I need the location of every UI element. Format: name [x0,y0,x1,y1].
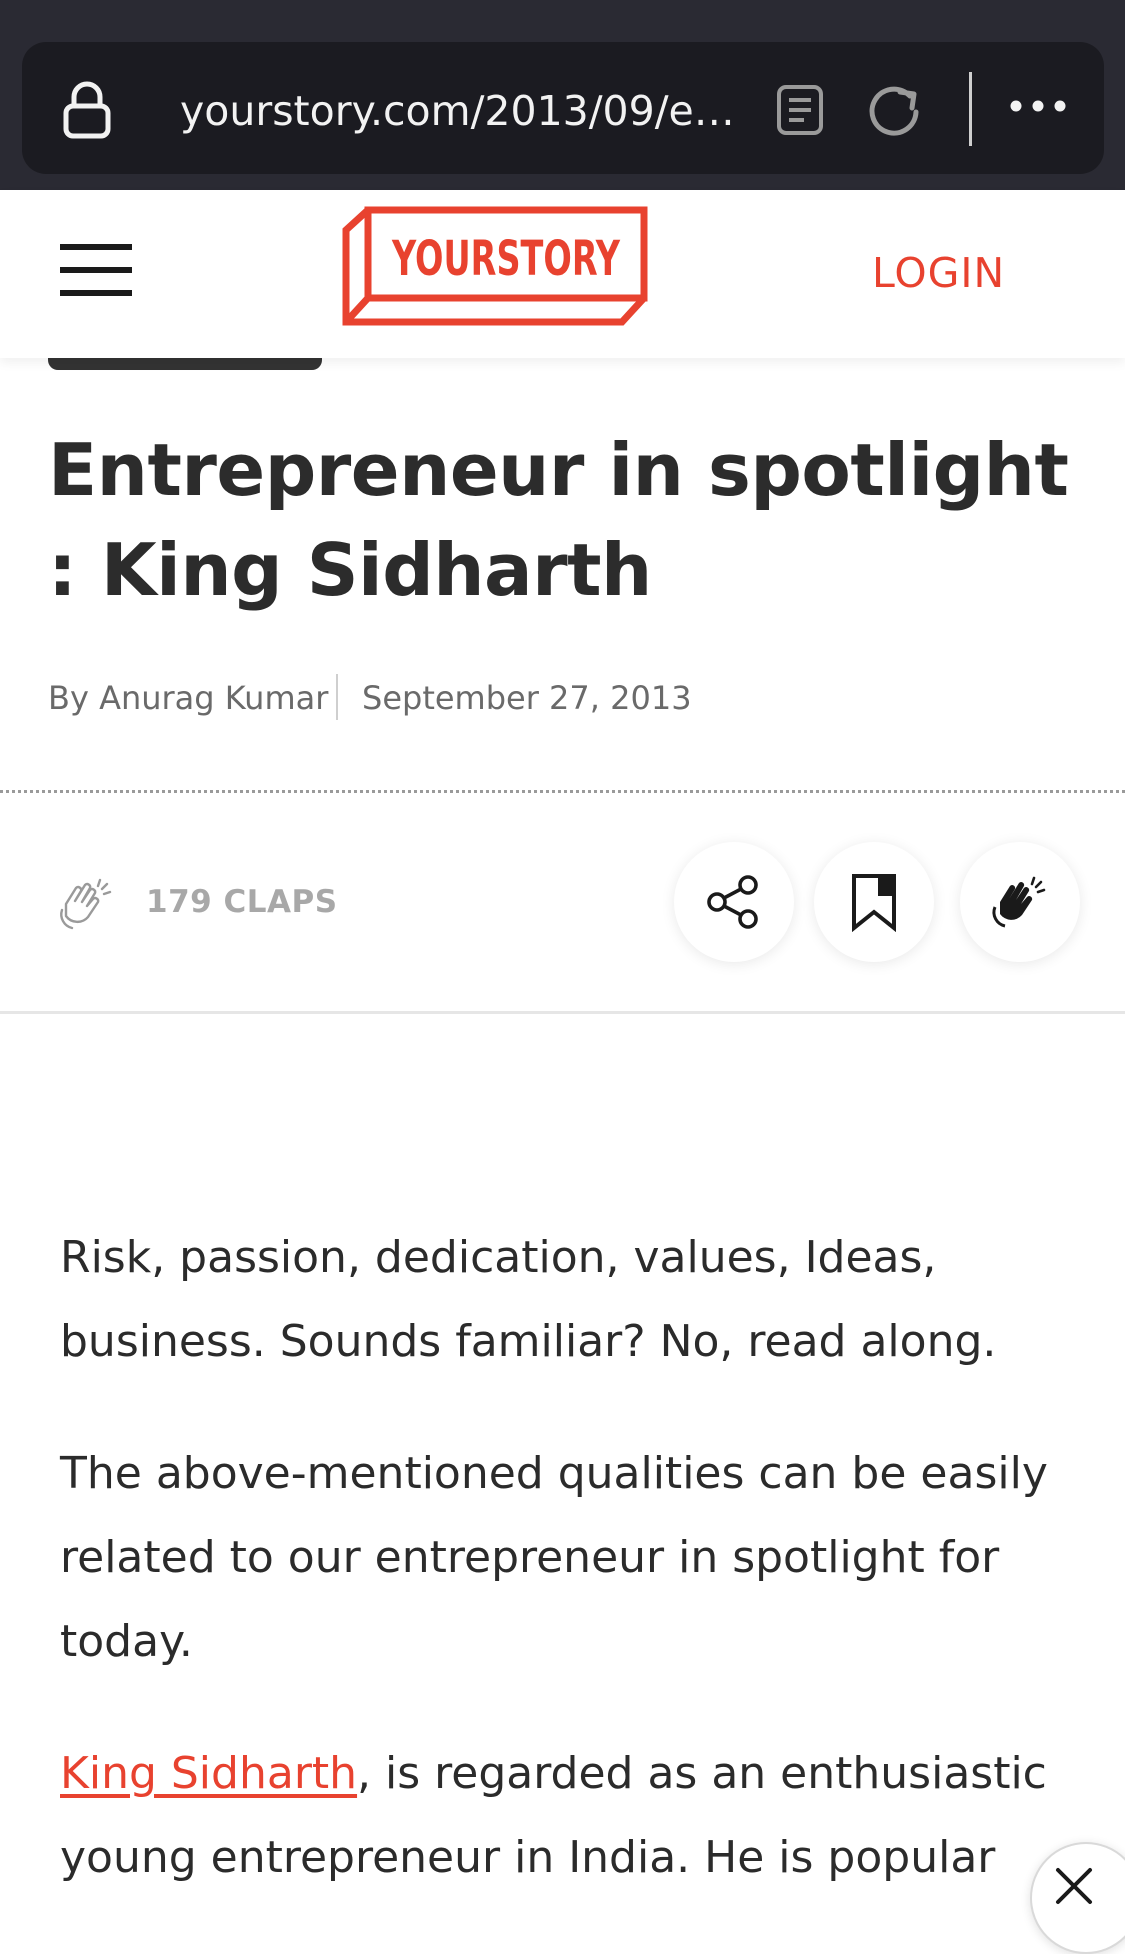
share-button[interactable] [674,842,794,962]
bookmark-icon [852,874,896,932]
site-header: YOURSTORY LOGIN [0,190,1125,358]
reload-icon[interactable] [866,82,922,138]
claps-count: 179 CLAPS [146,884,338,920]
url-text[interactable]: yourstory.com/2013/09/ent... [180,84,740,138]
clapping-hands-icon [60,878,112,930]
dotted-divider [0,790,1125,793]
clap-icon [992,876,1046,928]
hamburger-menu-icon[interactable] [60,242,132,298]
reader-view-icon[interactable] [776,84,824,136]
article-title: Entrepreneur in spotlight : King Sidhart… [48,428,1069,612]
svg-text:YOURSTORY: YOURSTORY [391,231,621,287]
publish-date: September 27, 2013 [362,679,692,717]
more-icon[interactable] [1008,98,1068,114]
yourstory-logo[interactable]: YOURSTORY [338,204,650,326]
bookmark-button[interactable] [814,842,934,962]
toolbar-divider [969,72,972,146]
article-body: Risk, passion, dedication, values, Ideas… [60,1216,1070,1948]
paragraph: King Sidharth, is regarded as an enthusi… [60,1732,1070,1900]
close-icon [1056,1868,1092,1904]
login-link[interactable]: LOGIN [872,248,1005,298]
author-byline[interactable]: By Anurag Kumar [48,676,328,720]
clap-button[interactable] [960,842,1080,962]
paragraph: Risk, passion, dedication, values, Ideas… [60,1232,997,1367]
byline-divider [336,674,338,720]
section-divider [0,1011,1125,1014]
browser-toolbar: yourstory.com/2013/09/ent... [0,0,1125,190]
king-sidharth-link[interactable]: King Sidharth [60,1748,357,1799]
share-icon [707,875,758,929]
lock-icon [63,81,111,139]
paragraph: The above-mentioned qualities can be eas… [60,1448,1048,1667]
